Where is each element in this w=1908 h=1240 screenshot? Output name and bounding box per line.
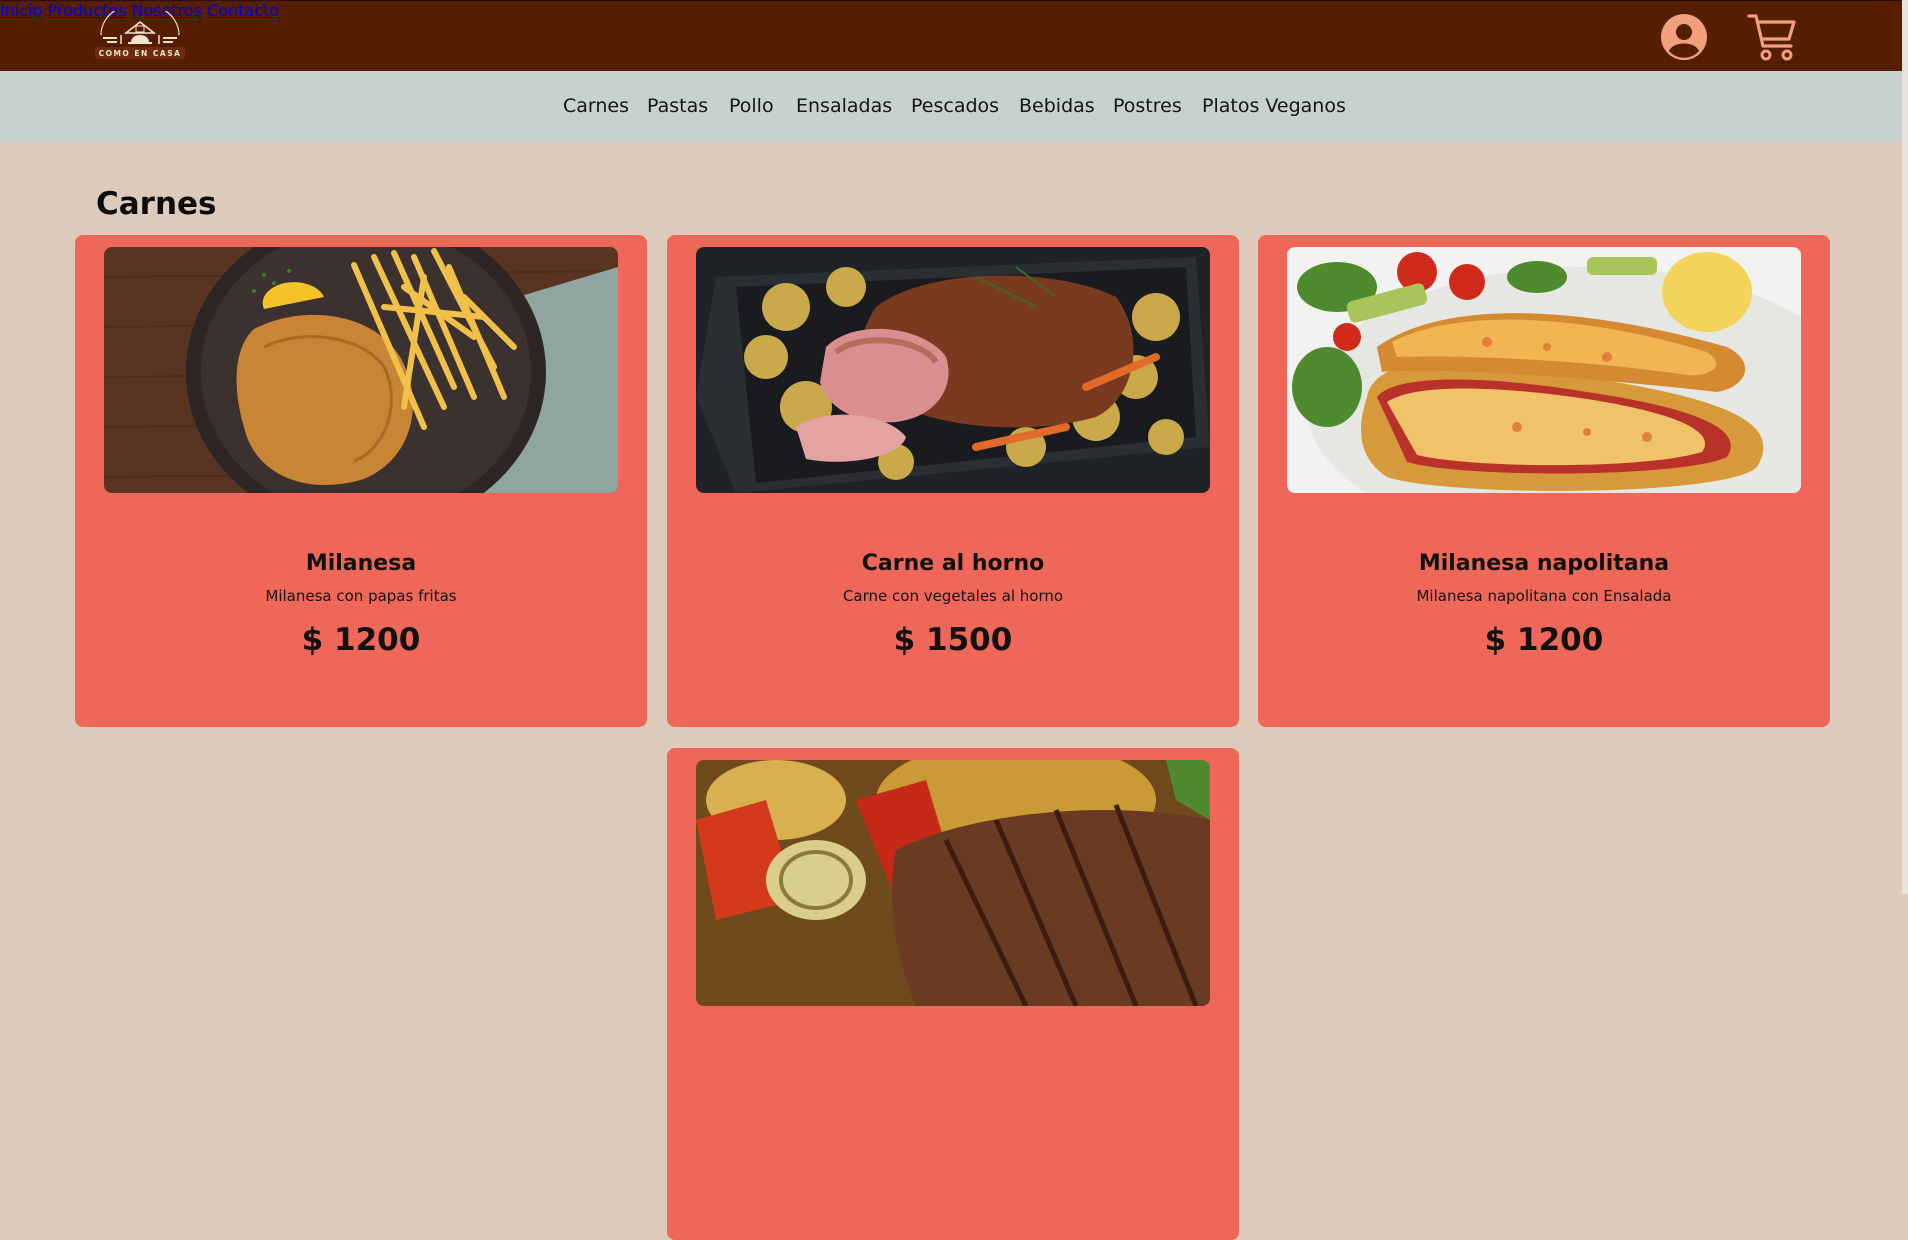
product-price: $ 1200 bbox=[1484, 622, 1604, 658]
grilled-steak-photo bbox=[696, 760, 1210, 1006]
product-card[interactable]: Milanesa Milanesa con papas fritas $ 120… bbox=[75, 235, 647, 727]
category-carnes[interactable]: Carnes bbox=[563, 95, 629, 117]
site-header: COMO EN CASA Inicio Productos Nosotros C… bbox=[0, 0, 1908, 71]
product-card[interactable]: Milanesa napolitana Milanesa napolitana … bbox=[1258, 235, 1830, 727]
category-postres[interactable]: Postres bbox=[1113, 95, 1182, 117]
nav-contacto[interactable]: Contacto bbox=[207, 1, 279, 20]
user-account-icon[interactable] bbox=[1660, 13, 1708, 61]
roast-beef-photo bbox=[696, 247, 1210, 493]
category-pescados[interactable]: Pescados bbox=[911, 95, 999, 117]
category-bebidas[interactable]: Bebidas bbox=[1019, 95, 1095, 117]
logo-text: COMO EN CASA bbox=[98, 49, 182, 58]
category-pollo[interactable]: Pollo bbox=[729, 95, 774, 117]
main-nav: Inicio Productos Nosotros Contacto bbox=[0, 1, 1908, 20]
milanesa-napolitana-photo bbox=[1287, 247, 1801, 493]
category-bar: Carnes Pastas Pollo Ensaladas Pescados B… bbox=[0, 71, 1908, 142]
product-description: Milanesa napolitana con Ensalada bbox=[1416, 587, 1672, 605]
nav-inicio[interactable]: Inicio bbox=[0, 1, 42, 20]
milanesa-photo bbox=[104, 247, 618, 493]
section-title: Carnes bbox=[96, 186, 217, 222]
product-name: Milanesa bbox=[305, 551, 417, 576]
product-card[interactable] bbox=[667, 748, 1239, 1240]
site-logo[interactable]: COMO EN CASA bbox=[93, 2, 187, 63]
category-platos-veganos[interactable]: Platos Veganos bbox=[1202, 95, 1346, 117]
product-price: $ 1500 bbox=[893, 622, 1013, 658]
product-description: Carne con vegetales al horno bbox=[842, 587, 1064, 605]
product-name: Carne al horno bbox=[861, 551, 1045, 576]
scrollbar[interactable] bbox=[1902, 0, 1908, 894]
product-name: Milanesa napolitana bbox=[1418, 551, 1670, 576]
shopping-cart-icon[interactable] bbox=[1747, 13, 1797, 61]
category-ensaladas[interactable]: Ensaladas bbox=[796, 95, 892, 117]
product-card[interactable]: Carne al horno Carne con vegetales al ho… bbox=[667, 235, 1239, 727]
category-pastas[interactable]: Pastas bbox=[647, 95, 708, 117]
product-description: Milanesa con papas fritas bbox=[265, 587, 457, 605]
product-price: $ 1200 bbox=[301, 622, 421, 658]
